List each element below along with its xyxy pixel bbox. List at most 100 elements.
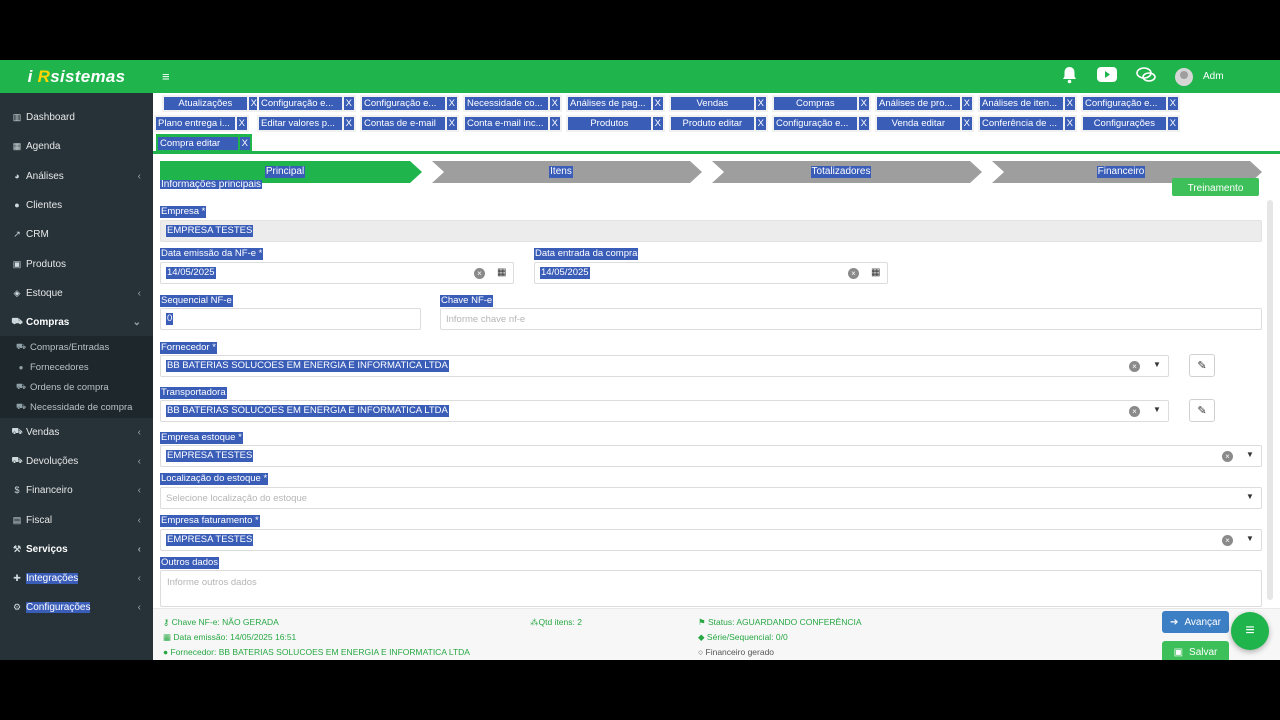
sidebar-item-vendas[interactable]: ⛟ Vendas ‹: [0, 421, 153, 443]
floating-menu-button[interactable]: ≡: [1231, 612, 1269, 650]
step-totalizadores[interactable]: Totalizadores: [712, 161, 970, 183]
tab-produtos[interactable]: Produtos X: [566, 115, 665, 132]
sidebar-item-financeiro[interactable]: $ Financeiro ‹: [0, 479, 153, 501]
close-icon[interactable]: X: [446, 117, 457, 130]
edit-transportadora-button[interactable]: ✎: [1189, 399, 1215, 422]
tab-compras[interactable]: Compras X: [772, 95, 871, 112]
clear-icon[interactable]: ×: [1222, 535, 1233, 546]
tab-analises-iten[interactable]: Análises de iten... X: [978, 95, 1077, 112]
caret-down-icon[interactable]: ▼: [1246, 492, 1254, 501]
tab-vendas[interactable]: Vendas X: [669, 95, 768, 112]
close-icon[interactable]: X: [858, 97, 869, 110]
close-icon[interactable]: X: [549, 97, 560, 110]
calendar-icon[interactable]: ▦: [497, 267, 506, 278]
caret-down-icon[interactable]: ▼: [1153, 405, 1161, 414]
data-entrada-field[interactable]: 14/05/2025 × ▦: [534, 262, 888, 284]
tab-necessidade[interactable]: Necessidade co... X: [463, 95, 562, 112]
tab-configuracao-4[interactable]: Configuração e... X: [772, 115, 871, 132]
sidebar-item-clientes[interactable]: ● Clientes: [0, 194, 153, 216]
user-name[interactable]: Adm: [1203, 71, 1224, 82]
sidebar-item-estoque[interactable]: ◈ Estoque ‹: [0, 282, 153, 304]
sidebar-sub-ordens[interactable]: ⛟ Ordens de compra: [0, 378, 153, 396]
close-icon[interactable]: X: [652, 97, 663, 110]
tab-configuracao-1[interactable]: Configuração e... X: [257, 95, 356, 112]
edit-fornecedor-button[interactable]: ✎: [1189, 354, 1215, 377]
salvar-button[interactable]: ▣ Salvar: [1162, 641, 1229, 660]
tab-plano-entrega[interactable]: Plano entrega i... X: [154, 115, 249, 132]
sidebar-sub-fornecedores[interactable]: ● Fornecedores: [0, 358, 153, 376]
transportadora-select[interactable]: BB BATERIAS SOLUCOES EM ENERGIA E INFORM…: [160, 400, 1169, 422]
chat-icon[interactable]: [1136, 67, 1156, 88]
youtube-icon[interactable]: [1097, 67, 1117, 87]
sidebar-sub-compras-entradas[interactable]: ⛟ Compras/Entradas: [0, 338, 153, 356]
close-icon[interactable]: X: [652, 117, 663, 130]
clear-icon[interactable]: ×: [1129, 406, 1140, 417]
sequencial-field[interactable]: 0: [160, 308, 421, 330]
avancar-button[interactable]: ➔ Avançar: [1162, 611, 1229, 633]
close-icon[interactable]: X: [858, 117, 869, 130]
empresa-field[interactable]: EMPRESA TESTES: [160, 220, 1262, 242]
sidebar-item-fiscal[interactable]: ▤ Fiscal ‹: [0, 509, 153, 531]
tab-configuracao-2[interactable]: Configuração e... X: [360, 95, 459, 112]
sidebar-item-configuracoes[interactable]: ⚙ Configurações ‹: [0, 596, 153, 618]
close-icon[interactable]: X: [755, 117, 766, 130]
close-icon[interactable]: X: [1064, 117, 1075, 130]
tab-venda-editar[interactable]: Venda editar X: [875, 115, 974, 132]
tab-analises-pro[interactable]: Análises de pro... X: [875, 95, 974, 112]
close-icon[interactable]: X: [961, 97, 972, 110]
close-icon[interactable]: X: [1167, 97, 1178, 110]
caret-down-icon[interactable]: ▼: [1246, 534, 1254, 543]
clear-icon[interactable]: ×: [1129, 361, 1140, 372]
tab-configuracao-3[interactable]: Configuração e... X: [1081, 95, 1180, 112]
clear-icon[interactable]: ×: [1222, 451, 1233, 462]
clear-icon[interactable]: ×: [474, 268, 485, 279]
empresa-estoque-select[interactable]: EMPRESA TESTES × ▼: [160, 445, 1262, 467]
close-icon[interactable]: X: [755, 97, 766, 110]
data-emissao-field[interactable]: 14/05/2025 × ▦: [160, 262, 514, 284]
sidebar-item-produtos[interactable]: ▣ Produtos: [0, 253, 153, 275]
sidebar-item-agenda[interactable]: ▦ Agenda: [0, 135, 153, 157]
tab-compra-editar[interactable]: Compra editar X: [156, 134, 252, 152]
sidebar-item-crm[interactable]: ↗ CRM: [0, 223, 153, 245]
caret-down-icon[interactable]: ▼: [1246, 450, 1254, 459]
calendar-icon[interactable]: ▦: [871, 267, 880, 278]
clear-icon[interactable]: ×: [848, 268, 859, 279]
close-icon[interactable]: X: [343, 97, 354, 110]
sidebar-item-analises[interactable]: ◕ Análises ‹: [0, 165, 153, 187]
close-icon[interactable]: X: [549, 117, 560, 130]
avatar[interactable]: [1175, 68, 1193, 86]
menu-toggle-icon[interactable]: ≡: [162, 69, 170, 84]
sidebar-item-compras[interactable]: ⛟ Compras ⌄: [0, 311, 153, 333]
tab-conferencia[interactable]: Conferência de ... X: [978, 115, 1077, 132]
tab-analises-pag[interactable]: Análises de pag... X: [566, 95, 665, 112]
tab-contas-email[interactable]: Contas de e-mail X: [360, 115, 459, 132]
close-icon[interactable]: X: [236, 117, 247, 130]
close-icon[interactable]: X: [961, 117, 972, 130]
sidebar-item-servicos[interactable]: ⚒ Serviços ‹: [0, 538, 153, 560]
localizacao-select[interactable]: Selecione localização do estoque ▼: [160, 487, 1262, 509]
sidebar-item-integracoes[interactable]: ✚ Integrações ‹: [0, 567, 153, 589]
fornecedor-select[interactable]: BB BATERIAS SOLUCOES EM ENERGIA E INFORM…: [160, 355, 1169, 377]
training-button[interactable]: Treinamento: [1172, 178, 1259, 196]
tab-configuracoes[interactable]: Configurações X: [1081, 115, 1180, 132]
caret-down-icon[interactable]: ▼: [1153, 360, 1161, 369]
brand-logo[interactable]: i Rsistemas: [0, 60, 153, 93]
chave-field[interactable]: Informe chave nf-e: [440, 308, 1262, 330]
bell-icon[interactable]: [1061, 66, 1078, 89]
close-icon[interactable]: X: [446, 97, 457, 110]
close-icon[interactable]: X: [1064, 97, 1075, 110]
empresa-faturamento-select[interactable]: EMPRESA TESTES × ▼: [160, 529, 1262, 551]
sidebar-item-dashboard[interactable]: ▥ Dashboard: [0, 106, 153, 128]
scrollbar[interactable]: [1267, 200, 1273, 600]
close-icon[interactable]: X: [239, 136, 250, 150]
outros-dados-textarea[interactable]: Informe outros dados: [160, 570, 1262, 607]
step-itens[interactable]: Itens: [432, 161, 690, 183]
close-icon[interactable]: X: [343, 117, 354, 130]
tab-produto-editar[interactable]: Produto editar X: [669, 115, 768, 132]
tab-atualizacoes[interactable]: Atualizações X: [162, 95, 261, 112]
tab-conta-email[interactable]: Conta e-mail inc... X: [463, 115, 562, 132]
sidebar-item-devolucoes[interactable]: ⛟ Devoluções ‹: [0, 450, 153, 472]
tab-editar-valores[interactable]: Editar valores p... X: [257, 115, 356, 132]
close-icon[interactable]: X: [1167, 117, 1178, 130]
sidebar-sub-necessidade[interactable]: ⛟ Necessidade de compra: [0, 398, 153, 416]
